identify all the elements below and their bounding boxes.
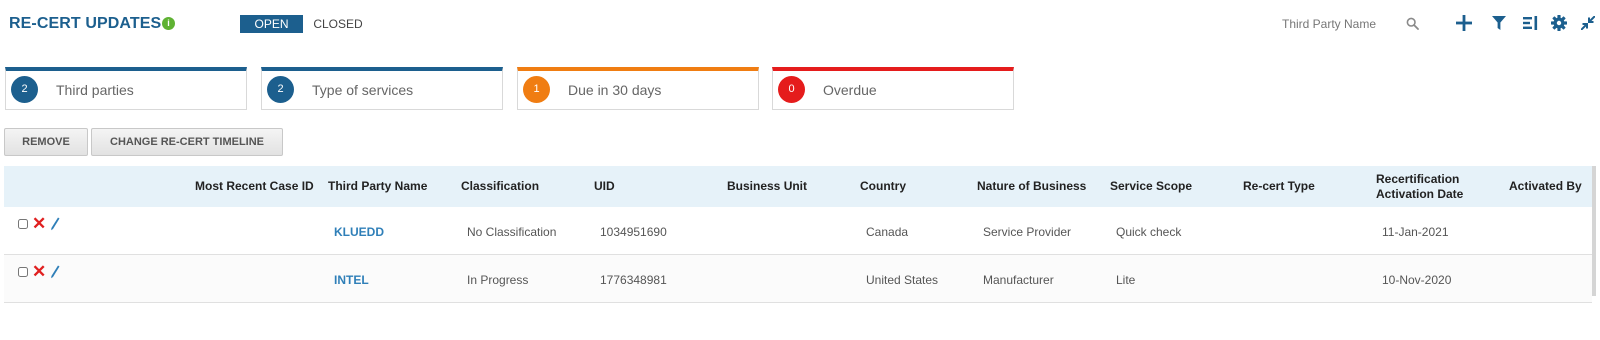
stat-label: Third parties bbox=[56, 82, 134, 98]
cell-third-party-name[interactable]: KLUEDD bbox=[334, 225, 384, 239]
column-header-nature-of-business[interactable]: Nature of Business bbox=[977, 166, 1086, 207]
cell-activation-date: 10-Nov-2020 bbox=[1382, 273, 1452, 287]
filter-icon[interactable] bbox=[1491, 12, 1507, 34]
gear-icon[interactable] bbox=[1550, 12, 1568, 34]
collapse-icon[interactable] bbox=[1580, 12, 1596, 34]
table-row: ✕ INTEL In Progress 1776348981 United St… bbox=[4, 255, 1592, 303]
search-input[interactable] bbox=[1282, 13, 1422, 35]
column-header-business-unit[interactable]: Business Unit bbox=[727, 166, 807, 207]
stat-label: Type of services bbox=[312, 82, 414, 98]
column-header-activation-date[interactable]: Recertification Activation Date bbox=[1376, 166, 1476, 207]
row-actions: ✕ bbox=[18, 215, 60, 232]
column-header-case-id[interactable]: Most Recent Case ID bbox=[195, 166, 314, 207]
info-icon[interactable]: i bbox=[162, 17, 175, 30]
tab-open[interactable]: OPEN bbox=[240, 15, 303, 33]
cell-third-party-name[interactable]: INTEL bbox=[334, 273, 369, 287]
table-header: Most Recent Case ID Third Party Name Cla… bbox=[4, 166, 1592, 207]
stat-card-third-parties[interactable]: 2 Third parties bbox=[5, 67, 247, 110]
cell-country: Canada bbox=[866, 225, 909, 239]
column-header-service-scope[interactable]: Service Scope bbox=[1110, 166, 1192, 207]
cell-nature-of-business: Service Provider bbox=[983, 225, 1072, 239]
change-recert-timeline-button[interactable]: CHANGE RE-CERT TIMELINE bbox=[91, 128, 283, 156]
cell-activation-date: 11-Jan-2021 bbox=[1382, 225, 1449, 239]
page-title: RE-CERT UPDATES bbox=[9, 15, 162, 32]
column-header-country[interactable]: Country bbox=[860, 166, 906, 207]
row-checkbox[interactable] bbox=[18, 267, 28, 277]
count-badge: 0 bbox=[778, 76, 805, 103]
recert-table: Most Recent Case ID Third Party Name Cla… bbox=[4, 166, 1592, 303]
cell-uid: 1034951690 bbox=[600, 225, 667, 239]
search-icon[interactable] bbox=[1404, 12, 1420, 34]
count-badge: 2 bbox=[267, 76, 294, 103]
table-scrollbar[interactable] bbox=[1592, 166, 1596, 296]
edit-icon[interactable] bbox=[50, 265, 60, 279]
stat-card-due-in-30-days[interactable]: 1 Due in 30 days bbox=[517, 67, 759, 110]
stat-label: Overdue bbox=[823, 82, 877, 98]
column-header-recert-type[interactable]: Re-cert Type bbox=[1243, 166, 1315, 207]
column-header-uid[interactable]: UID bbox=[594, 166, 615, 207]
cell-service-scope: Lite bbox=[1116, 273, 1136, 287]
delete-icon[interactable]: ✕ bbox=[32, 263, 46, 280]
row-checkbox[interactable] bbox=[18, 219, 28, 229]
page-header: RE-CERT UPDATES i OPEN CLOSED bbox=[0, 0, 1600, 48]
cell-nature-of-business: Manufacturer bbox=[983, 273, 1054, 287]
delete-icon[interactable]: ✕ bbox=[32, 215, 46, 232]
cell-classification: In Progress bbox=[467, 273, 529, 287]
column-header-activated-by[interactable]: Activated By bbox=[1509, 166, 1582, 207]
cell-service-scope: Quick check bbox=[1116, 225, 1182, 239]
count-badge: 2 bbox=[11, 76, 38, 103]
add-icon[interactable] bbox=[1455, 12, 1473, 34]
cell-country: United States bbox=[866, 273, 939, 287]
cell-classification: No Classification bbox=[467, 225, 557, 239]
edit-icon[interactable] bbox=[50, 217, 60, 231]
columns-icon[interactable] bbox=[1522, 12, 1540, 34]
stat-card-overdue[interactable]: 0 Overdue bbox=[772, 67, 1014, 110]
row-actions: ✕ bbox=[18, 263, 60, 280]
tab-closed[interactable]: CLOSED bbox=[308, 15, 368, 33]
remove-button[interactable]: REMOVE bbox=[4, 128, 88, 156]
stat-card-type-of-services[interactable]: 2 Type of services bbox=[261, 67, 503, 110]
column-header-classification[interactable]: Classification bbox=[461, 166, 539, 207]
stat-label: Due in 30 days bbox=[568, 82, 662, 98]
cell-uid: 1776348981 bbox=[600, 273, 667, 287]
count-badge: 1 bbox=[523, 76, 550, 103]
table-row: ✕ KLUEDD No Classification 1034951690 Ca… bbox=[4, 207, 1592, 255]
column-header-third-party-name[interactable]: Third Party Name bbox=[328, 166, 427, 207]
